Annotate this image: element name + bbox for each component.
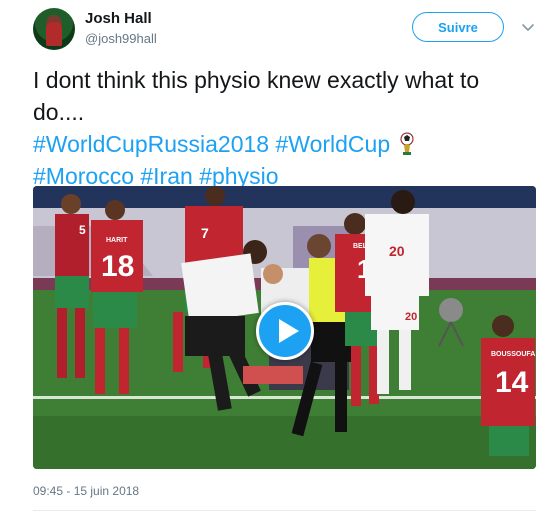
tweet-text-line-2: do.... xyxy=(33,99,85,125)
hashtag-link[interactable]: #WorldCup xyxy=(276,131,391,157)
chevron-down-icon[interactable] xyxy=(520,19,536,35)
play-icon xyxy=(279,319,299,343)
jersey-number: 5 xyxy=(79,223,86,237)
video-player[interactable]: 5 HARIT 18 7 20 20 BOUSSOUFA 14 xyxy=(33,186,536,469)
jersey-number: 7 xyxy=(201,225,209,241)
avatar[interactable] xyxy=(33,8,75,50)
tweet-text-line-1: I dont think this physio knew exactly wh… xyxy=(33,67,480,93)
follow-button[interactable]: Suivre xyxy=(412,12,504,42)
jersey-name: BOUSSOUFA xyxy=(491,351,535,358)
tweet-text: I dont think this physio knew exactly wh… xyxy=(33,64,538,192)
author-handle[interactable]: @josh99hall xyxy=(85,31,157,46)
jersey-number: 14 xyxy=(495,366,529,399)
jersey-number: 18 xyxy=(101,250,134,283)
shorts-number: 20 xyxy=(405,311,417,323)
author-display-name[interactable]: Josh Hall xyxy=(85,10,152,27)
jersey-name: HARIT xyxy=(106,237,128,244)
avatar-figure xyxy=(46,22,62,46)
hashtag-link[interactable]: #WorldCupRussia2018 xyxy=(33,131,269,157)
jersey-number: 20 xyxy=(389,243,405,259)
tweet-timestamp[interactable]: 09:45 - 15 juin 2018 xyxy=(33,484,139,498)
tweet-header: Josh Hall @josh99hall Suivre xyxy=(0,0,554,56)
divider xyxy=(33,510,536,511)
play-button[interactable] xyxy=(256,302,314,360)
hashtag-line-1: #WorldCupRussia2018 #WorldCup xyxy=(33,128,538,160)
world-cup-trophy-icon xyxy=(399,132,414,155)
